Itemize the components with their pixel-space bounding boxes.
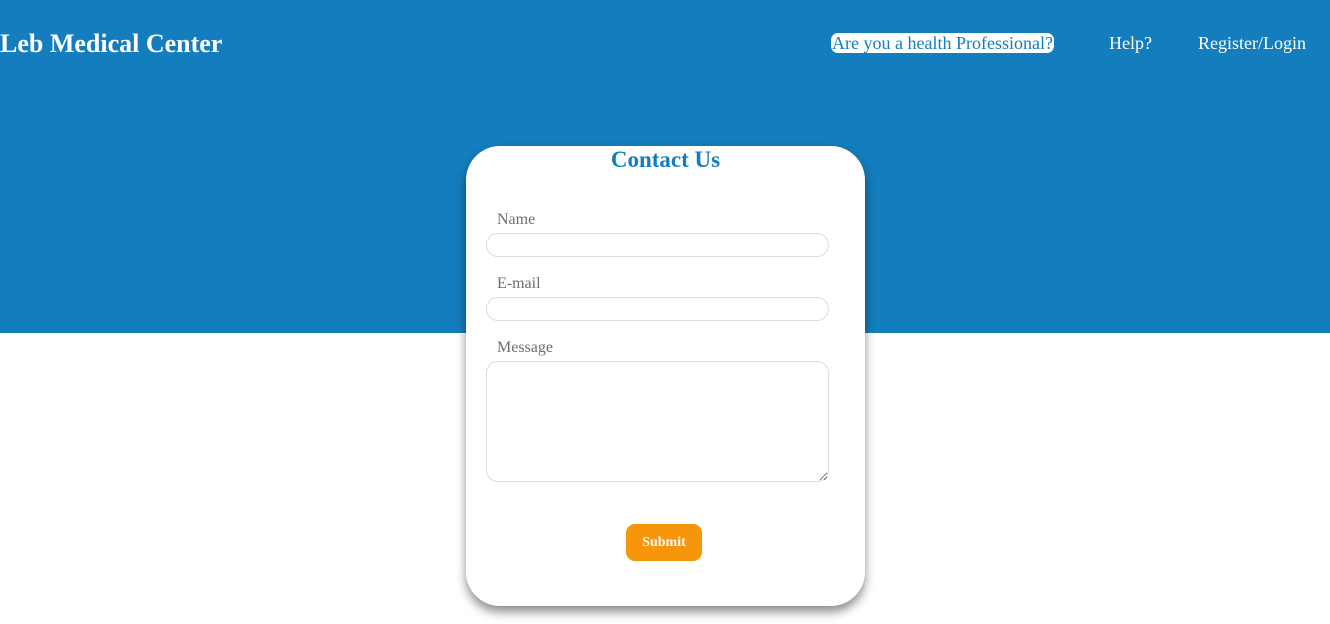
contact-form-card: Contact Us Name E-mail Message Submit — [466, 146, 865, 606]
nav-help-link[interactable]: Help? — [1109, 33, 1152, 53]
message-textarea[interactable] — [486, 361, 829, 482]
email-label: E-mail — [497, 275, 541, 292]
name-input[interactable] — [486, 233, 829, 257]
message-label: Message — [497, 339, 553, 356]
nav-register-login-link[interactable]: Register/Login — [1198, 33, 1306, 53]
submit-button[interactable]: Submit — [626, 524, 702, 561]
site-brand[interactable]: Leb Medical Center — [0, 28, 222, 60]
name-label: Name — [497, 211, 536, 228]
nav-health-professional-link[interactable]: Are you a health Professional? — [831, 33, 1054, 53]
contact-form-title: Contact Us — [610, 147, 721, 172]
email-input[interactable] — [486, 297, 829, 321]
